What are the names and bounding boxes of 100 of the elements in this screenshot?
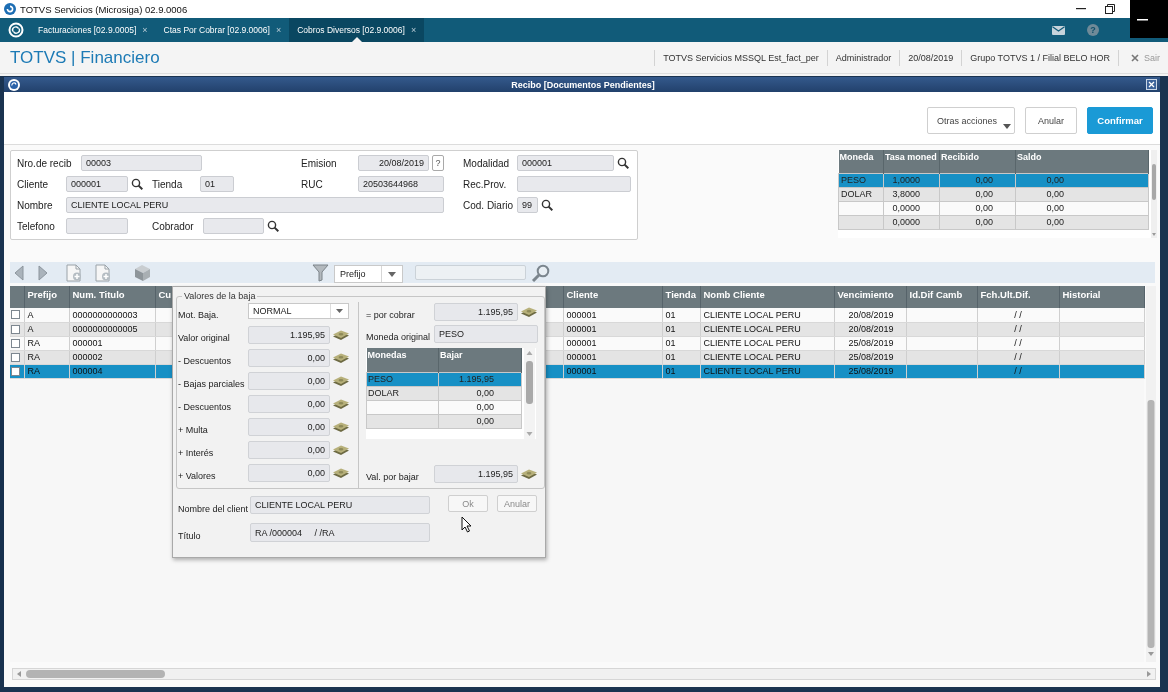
amount-field[interactable]: 0,00 bbox=[248, 349, 330, 367]
checkbox[interactable] bbox=[11, 352, 20, 362]
checkbox[interactable] bbox=[11, 366, 20, 376]
cash-icon[interactable] bbox=[333, 398, 349, 410]
text-field[interactable]: RA /000004 / /RA bbox=[250, 523, 430, 542]
column-header[interactable]: Num. Titulo bbox=[69, 286, 155, 308]
column-header[interactable]: Tasa moned bbox=[883, 150, 940, 173]
amount-field[interactable]: 0,00 bbox=[248, 441, 330, 459]
cash-icon[interactable] bbox=[521, 468, 537, 480]
search-icon[interactable] bbox=[617, 157, 629, 169]
text-field[interactable] bbox=[66, 218, 128, 234]
table-cell: A bbox=[24, 308, 69, 322]
text-field[interactable] bbox=[517, 176, 631, 192]
checkbox[interactable] bbox=[11, 310, 20, 320]
actions-menu-button[interactable]: Otras acciones bbox=[927, 107, 1015, 134]
cash-icon[interactable] bbox=[333, 329, 349, 341]
text-field[interactable] bbox=[203, 218, 264, 234]
column-header[interactable]: Tienda bbox=[662, 286, 700, 308]
field-label: Nro.de recib bbox=[17, 157, 72, 169]
text-field[interactable]: 000001 bbox=[66, 176, 128, 192]
cash-icon[interactable] bbox=[333, 467, 349, 479]
tab[interactable]: Ctas Por Cobrar [02.9.0006] × bbox=[155, 18, 290, 42]
table-cell: 0,00 bbox=[1015, 173, 1149, 187]
amount-field[interactable]: 1.195,95 bbox=[434, 303, 518, 321]
amount-field[interactable]: 0,00 bbox=[248, 395, 330, 413]
search-field[interactable] bbox=[415, 265, 526, 280]
horizontal-scrollbar[interactable] bbox=[12, 668, 1156, 680]
vertical-scrollbar[interactable] bbox=[1146, 286, 1156, 662]
text-field[interactable]: 99 bbox=[517, 197, 538, 213]
cash-icon[interactable] bbox=[333, 375, 349, 387]
column-header[interactable]: Moneda bbox=[838, 150, 884, 173]
text-field[interactable]: 01 bbox=[200, 176, 234, 192]
close-tab-button[interactable]: × bbox=[275, 25, 282, 35]
tab[interactable]: Cobros Diversos [02.9.0006] × bbox=[289, 18, 425, 42]
column-header[interactable]: Recibido bbox=[939, 150, 1016, 173]
cancel-button[interactable]: Anular bbox=[497, 495, 537, 512]
text-field[interactable]: CLIENTE LOCAL PERU bbox=[250, 496, 430, 514]
search-icon[interactable] bbox=[541, 199, 553, 211]
box-icon[interactable] bbox=[134, 263, 151, 282]
help-button[interactable]: ? bbox=[432, 155, 444, 171]
table-row[interactable]: DOLAR 3,8000 0,00 0,00 bbox=[838, 187, 1149, 201]
text-field[interactable]: 000001 bbox=[517, 155, 614, 171]
table-row[interactable]: 0,0000 0,00 0,00 bbox=[838, 201, 1149, 215]
document-plus-icon[interactable] bbox=[95, 263, 111, 282]
dropdown-field[interactable]: NORMAL bbox=[248, 303, 349, 319]
table-row[interactable]: 0,0000 0,00 0,00 bbox=[838, 215, 1149, 229]
mail-icon[interactable] bbox=[1052, 25, 1065, 35]
arrow-left-icon[interactable] bbox=[14, 264, 24, 281]
text-field[interactable]: 00003 bbox=[81, 155, 202, 171]
field-label: - Descuentos bbox=[178, 356, 232, 366]
cash-icon[interactable] bbox=[333, 421, 349, 433]
close-icon[interactable] bbox=[1146, 79, 1157, 90]
column-header[interactable]: Saldo bbox=[1015, 150, 1149, 173]
column-header[interactable]: Vencimiento bbox=[834, 286, 906, 308]
minimize-icon[interactable] bbox=[1076, 8, 1086, 10]
tab[interactable]: Facturaciones [02.9.0005] × bbox=[30, 18, 156, 42]
header-info: 20/08/2019 bbox=[908, 52, 954, 63]
table-row[interactable]: DOLAR 0,00 bbox=[366, 386, 522, 400]
column-header[interactable]: Cliente bbox=[563, 286, 662, 308]
field-label: = por cobrar bbox=[366, 310, 415, 320]
cash-icon[interactable] bbox=[521, 306, 537, 318]
logo-icon[interactable] bbox=[8, 22, 24, 38]
arrow-right-icon[interactable] bbox=[38, 264, 48, 281]
document-plus-icon[interactable] bbox=[66, 263, 82, 282]
table-row[interactable]: 0,00 bbox=[366, 414, 522, 428]
cash-icon[interactable] bbox=[333, 444, 349, 456]
column-header[interactable]: Id.Dif Camb bbox=[906, 286, 977, 308]
close-tab-button[interactable]: × bbox=[410, 25, 417, 35]
search-icon[interactable] bbox=[131, 178, 143, 190]
checkbox[interactable] bbox=[11, 338, 20, 348]
field-label: Tienda bbox=[152, 178, 183, 190]
cancel-button[interactable]: Anular bbox=[1025, 107, 1077, 134]
close-tab-button[interactable]: × bbox=[142, 25, 148, 35]
column-header[interactable]: Bajar bbox=[438, 348, 522, 372]
column-header[interactable]: Monedas bbox=[366, 348, 439, 372]
column-header[interactable]: Nomb Cliente bbox=[700, 286, 834, 308]
cash-icon[interactable] bbox=[333, 352, 349, 364]
amount-field[interactable]: 1.195,95 bbox=[248, 326, 330, 344]
restore-icon[interactable] bbox=[1105, 4, 1115, 14]
table-row[interactable]: PESO 1.195,95 bbox=[366, 372, 522, 386]
field-label: Val. por bajar bbox=[366, 472, 419, 482]
amount-field[interactable]: 1.195,95 bbox=[434, 465, 518, 483]
text-field[interactable]: PESO bbox=[434, 325, 538, 343]
amount-field[interactable]: 0,00 bbox=[248, 464, 330, 482]
search-icon[interactable] bbox=[267, 220, 279, 232]
vertical-scrollbar[interactable] bbox=[1151, 150, 1157, 238]
column-header[interactable]: Fch.Ult.Dif. bbox=[977, 286, 1059, 308]
column-header[interactable]: Prefijo bbox=[24, 286, 69, 308]
text-field[interactable]: CLIENTE LOCAL PERU bbox=[66, 197, 444, 213]
dropdown-field[interactable]: Prefijo bbox=[334, 265, 403, 283]
field-label: Telefono bbox=[17, 220, 55, 232]
amount-field[interactable]: 0,00 bbox=[248, 372, 330, 390]
column-header[interactable]: Historial bbox=[1059, 286, 1144, 308]
amount-field[interactable]: 0,00 bbox=[248, 418, 330, 436]
date-field[interactable]: 20/08/2019 bbox=[358, 155, 429, 171]
table-row[interactable]: PESO 1,0000 0,00 0,00 bbox=[838, 173, 1149, 187]
filter-icon[interactable] bbox=[312, 263, 329, 282]
text-field[interactable]: 20503644968 bbox=[358, 176, 444, 192]
checkbox[interactable] bbox=[11, 324, 20, 334]
table-row[interactable]: 0,00 bbox=[366, 400, 522, 414]
